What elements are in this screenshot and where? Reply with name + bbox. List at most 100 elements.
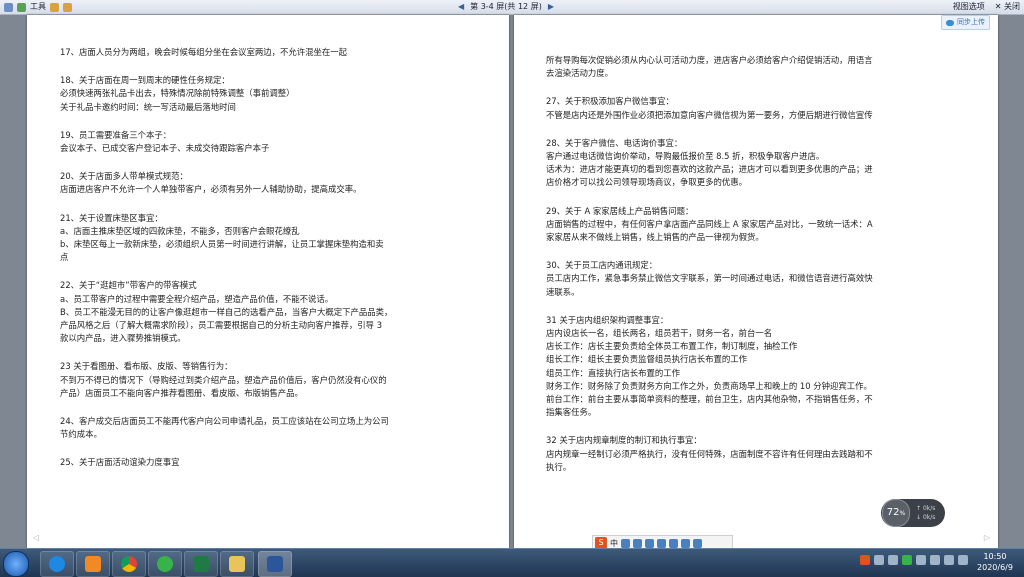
tray-icon-4[interactable] bbox=[902, 555, 912, 565]
toolbox-icon[interactable] bbox=[681, 538, 690, 548]
volume-icon[interactable] bbox=[958, 555, 968, 565]
tray-icon-1[interactable] bbox=[860, 555, 870, 565]
next-arrow-icon[interactable]: ▷ bbox=[984, 533, 990, 542]
text-line: 店内规章一经制订必须严格执行，没有任何特殊，店面制度不容许有任何理由去践踏和不 bbox=[546, 448, 873, 459]
tray-icon-6[interactable] bbox=[930, 555, 940, 565]
tray-icon-5[interactable] bbox=[916, 555, 926, 565]
text-line: 店价格才可以找公司领导现场商议，争取更多的优惠。 bbox=[546, 177, 747, 188]
taskbar-explorer[interactable] bbox=[220, 551, 254, 577]
text-line: 点 bbox=[60, 252, 69, 263]
emoji-icon[interactable] bbox=[633, 538, 642, 548]
text-line: 组长工作：组长主要负责监督组员执行店长布置的工作 bbox=[546, 354, 747, 365]
taskbar-app-k[interactable] bbox=[40, 551, 74, 577]
text-line: 25、关于店面活动谊染力度事宜 bbox=[60, 457, 180, 468]
taskbar-app-tuf[interactable] bbox=[76, 551, 110, 577]
text-line: 店面进店客户不允许一个人单独带客户，必须有另外一人辅助协助，提高成交率。 bbox=[60, 184, 362, 195]
word-icon bbox=[267, 556, 283, 572]
taskbar-word[interactable] bbox=[258, 551, 292, 577]
system-tray bbox=[860, 555, 968, 565]
view-options-menu[interactable]: 视图选项 bbox=[953, 0, 985, 14]
refresh-icon[interactable] bbox=[17, 2, 26, 12]
text-line: 20、关于店面多人带单模式规范： bbox=[60, 171, 188, 182]
close-button[interactable]: ✕ 关闭 bbox=[995, 0, 1020, 14]
text-line: b、床垫区每上一款新床垫，必须组织人员第一时间进行讲解，让员工掌握床垫构造和卖 bbox=[60, 239, 384, 250]
taskbar: 10:50 2020/6/9 bbox=[0, 548, 1024, 577]
download-rate: ↓ 0k/s bbox=[916, 514, 936, 521]
tray-icon-3[interactable] bbox=[888, 555, 898, 565]
text-line: 执行。 bbox=[546, 461, 572, 472]
prev-page-icon[interactable]: ◀ bbox=[458, 0, 464, 14]
text-line: 指集客任务。 bbox=[546, 407, 597, 418]
pen-icon[interactable] bbox=[50, 2, 59, 12]
tray-icon-2[interactable] bbox=[874, 555, 884, 565]
paragraph: 19、员工需要准备三个本子： 会议本子、已成交客户登记本子、未成交待跟踪客户本子 bbox=[60, 129, 487, 155]
document-area: 17、店面人员分为两组，晚会时候每组分坐在会议室两边，不允许混坐在一起 18、关于… bbox=[0, 15, 1024, 548]
paragraph: 17、店面人员分为两组，晚会时候每组分坐在会议室两边，不允许混坐在一起 bbox=[60, 46, 487, 59]
taskbar-chrome[interactable] bbox=[112, 551, 146, 577]
text-line: 客户通过电话微信询价举动，导购最低报价至 8.5 折，积极争取客户进店。 bbox=[546, 151, 825, 162]
paragraph: 20、关于店面多人带单模式规范： 店面进店客户不允许一个人单独带客户，必须有另外一… bbox=[60, 170, 487, 196]
tuf-app-icon bbox=[85, 556, 101, 572]
reader-toolbar: 工具 ◀ 第 3-4 屏(共 12 屏) ▶ 视图选项 ✕ 关闭 bbox=[0, 0, 1024, 15]
taskbar-excel[interactable] bbox=[184, 551, 218, 577]
text-line: 29、关于 A 家家居线上产品销售问题： bbox=[546, 205, 694, 216]
text-line: B、员工不能漫无目的的让客户像逛超市一样自己的选看产品，当客户大概定下产品品类， bbox=[60, 306, 393, 317]
document-page-left: 17、店面人员分为两组，晚会时候每组分坐在会议室两边，不允许混坐在一起 18、关于… bbox=[27, 15, 509, 548]
cloud-icon bbox=[946, 19, 954, 26]
text-line: 必须快速两张礼品卡出去，特殊情况除前特殊调整（事前调整） bbox=[60, 88, 295, 99]
paragraph: 25、关于店面活动谊染力度事宜 bbox=[60, 456, 487, 469]
paragraph: 24、客户成交后店面员工不能再代客户向公司申请礼品，员工应该站在公司立场上为公司… bbox=[60, 415, 487, 441]
text-line: 不管是店内还是外围作业必须把添加意向客户微信视为第一要务，方便后期进行微信宣传 bbox=[546, 109, 873, 120]
skin-icon[interactable] bbox=[669, 538, 678, 548]
page-text-left: 17、店面人员分为两组，晚会时候每组分坐在会议室两边，不允许混坐在一起 18、关于… bbox=[60, 46, 487, 485]
text-line: 组员工作：直接执行店长布置的工作 bbox=[546, 367, 680, 378]
cloud-sync-button[interactable]: 同步上传 bbox=[941, 15, 990, 30]
settings-icon[interactable] bbox=[693, 538, 702, 548]
paragraph: 所有导购每次促销必须从内心认可活动力度，进店客户必须给客户介绍促销活动，用语言去… bbox=[546, 54, 978, 80]
text-line: 会议本子、已成交客户登记本子、未成交待跟踪客户本子 bbox=[60, 143, 270, 154]
text-line: 前台工作：前台主要从事简单资料的整理，前台卫生，店内其他杂物，不指销售任务，不 bbox=[546, 394, 873, 405]
text-line: 去渲染活动力度。 bbox=[546, 68, 613, 79]
ime-mode[interactable]: 中 bbox=[610, 538, 618, 549]
text-line: a、员工带客户的过程中需要全程介绍产品，塑造产品价值，不能不说话。 bbox=[60, 293, 334, 304]
text-line: 30、关于员工店内通讯规定： bbox=[546, 260, 658, 271]
save-icon[interactable] bbox=[4, 2, 13, 12]
text-line: 19、员工需要准备三个本子： bbox=[60, 129, 172, 140]
clock[interactable]: 10:50 2020/6/9 bbox=[970, 551, 1020, 573]
start-button[interactable] bbox=[3, 551, 29, 577]
text-line: 32 关于店内规章制度的制订和执行事宜： bbox=[546, 435, 702, 446]
paragraph: 28、关于客户微信、电话询价事宜： 客户通过电话微信询价举动，导购最低报价至 8.… bbox=[546, 137, 978, 190]
paragraph: 32 关于店内规章制度的制订和执行事宜： 店内规章一经制订必须严格执行，没有任何特… bbox=[546, 434, 978, 474]
speed-percent: 72% bbox=[882, 499, 910, 527]
chrome-icon bbox=[121, 556, 137, 572]
paragraph: 27、关于积极添加客户微信事宜： 不管是店内还是外围作业必须把添加意向客户微信视为… bbox=[546, 95, 978, 121]
voice-icon[interactable] bbox=[645, 538, 654, 548]
prev-arrow-icon[interactable]: ◁ bbox=[33, 533, 39, 542]
page-indicator: 第 3-4 屏(共 12 屏) bbox=[470, 2, 542, 11]
text-line: 关于礼品卡邀约时间：统一写活动最后落地时间 bbox=[60, 101, 236, 112]
text-line: 节约成本。 bbox=[60, 429, 102, 440]
network-icon[interactable] bbox=[944, 555, 954, 565]
text-line: 28、关于客户微信、电话询价事宜： bbox=[546, 137, 683, 148]
folder-icon[interactable] bbox=[63, 2, 72, 12]
upload-rate: ↑ 0k/s bbox=[916, 505, 936, 512]
tools-menu[interactable]: 工具 bbox=[30, 0, 46, 14]
network-speed-widget[interactable]: 72% ↑ 0k/s ↓ 0k/s bbox=[881, 499, 945, 527]
paragraph: 29、关于 A 家家居线上产品销售问题： 店面销售的过程中，有任何客户拿店面产品同… bbox=[546, 205, 978, 245]
next-page-icon[interactable]: ▶ bbox=[548, 0, 554, 14]
text-line: 话术为：进店才能更真切的看到您喜欢的这款产品；进店才可以看到更多优惠的产品；进 bbox=[546, 164, 873, 175]
k-app-icon bbox=[49, 556, 65, 572]
text-line: 款以内产品，进入骤势推销模式。 bbox=[60, 333, 186, 344]
keyboard-icon[interactable] bbox=[657, 538, 666, 548]
text-line: 所有导购每次促销必须从内心认可活动力度，进店客户必须给客户介绍促销活动，用语言 bbox=[546, 55, 873, 65]
paragraph: 31 关于店内组织架构调整事宜： 店内设店长一名，组长两名，组员若干，财务一名，前… bbox=[546, 314, 978, 420]
paragraph: 22、关于“逛超市”带客户的带客模式 a、员工带客户的过程中需要全程介绍产品，塑造… bbox=[60, 279, 487, 345]
text-line: 17、店面人员分为两组，晚会时候每组分坐在会议室两边，不允许混坐在一起 bbox=[60, 47, 348, 57]
text-line: 22、关于“逛超市”带客户的带客模式 bbox=[60, 280, 197, 291]
taskbar-wechat[interactable] bbox=[148, 551, 182, 577]
text-line: 18、关于店面在周一到周末的硬性任务规定： bbox=[60, 75, 230, 86]
text-line: 24、客户成交后店面员工不能再代客户向公司申请礼品，员工应该站在公司立场上为公司 bbox=[60, 416, 389, 427]
text-line: 21、关于设置床垫区事宜： bbox=[60, 212, 163, 223]
punctuation-icon[interactable] bbox=[621, 538, 630, 548]
text-line: 31 关于店内组织架构调整事宜： bbox=[546, 314, 669, 325]
